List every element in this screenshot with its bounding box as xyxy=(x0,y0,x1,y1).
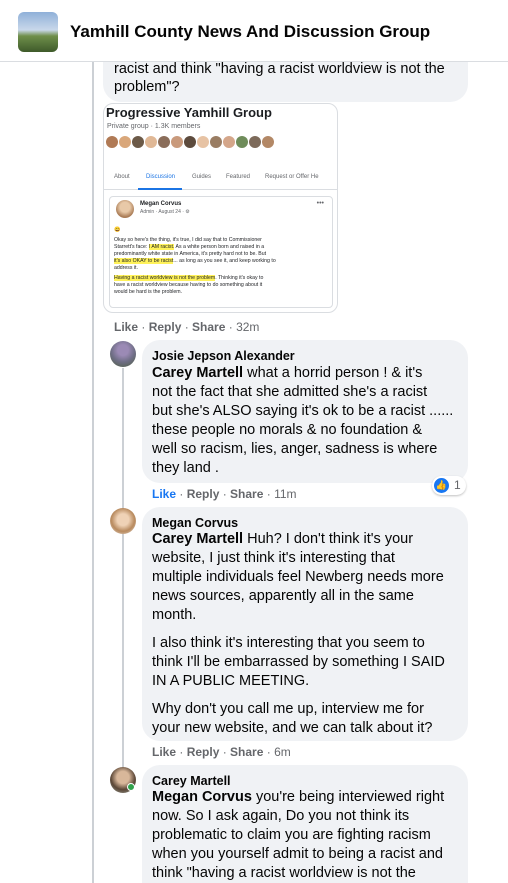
comment-text: Carey Martell what a horrid person ! & i… xyxy=(152,365,454,476)
mention-link[interactable]: Carey Martell xyxy=(152,531,243,547)
attached-group-title: Progressive Yamhill Group xyxy=(106,105,272,120)
reaction-badge[interactable]: 👍 1 xyxy=(432,476,466,495)
post-emoji: 😀 xyxy=(114,227,121,233)
tab-featured: Featured xyxy=(226,174,251,180)
top-comment-actions: Like · Reply · Share · 32m xyxy=(114,320,260,334)
like-button[interactable]: Like xyxy=(114,320,138,334)
comment-author[interactable]: Josie Jepson Alexander xyxy=(152,349,295,363)
comment-bubble: Megan Corvus Carey Martell Huh? I don't … xyxy=(142,507,468,741)
tab-discussion: Discussion xyxy=(146,174,176,180)
attached-post: Megan Corvus Admin · August 24 · ⚙ ••• 😀… xyxy=(109,196,333,308)
reply-button[interactable]: Reply xyxy=(187,745,220,759)
active-tab-underline xyxy=(138,188,182,190)
group-header: Yamhill County News And Discussion Group xyxy=(0,0,508,62)
share-button[interactable]: Share xyxy=(230,745,263,759)
comment-bubble: Josie Jepson Alexander Carey Martell wha… xyxy=(142,340,468,483)
post-meta: Admin · August 24 · ⚙ xyxy=(140,209,190,215)
tab-about: About xyxy=(114,174,130,180)
post-text: 😀 Okay so here's the thing, it's true, I… xyxy=(114,227,329,296)
comment-text: Carey Martell Huh? I don't think it's yo… xyxy=(152,531,445,736)
comment-actions: Like · Reply · Share · 11m xyxy=(152,487,297,501)
mention-link[interactable]: Carey Martell xyxy=(152,365,243,381)
post-author-avatar xyxy=(116,200,134,218)
reaction-count: 1 xyxy=(454,478,461,492)
comment-time[interactable]: 6m xyxy=(274,745,291,759)
post-author: Megan Corvus xyxy=(140,201,182,207)
comment-text: racist and think "having a racist worldv… xyxy=(114,61,445,95)
tab-request: Request or Offer He xyxy=(265,174,319,180)
online-status-icon xyxy=(127,783,135,791)
avatar[interactable] xyxy=(110,508,136,534)
member-avatars xyxy=(106,135,275,151)
more-options-icon: ••• xyxy=(316,200,324,207)
group-title[interactable]: Yamhill County News And Discussion Group xyxy=(70,22,430,42)
comment-author[interactable]: Megan Corvus xyxy=(152,516,238,530)
attached-group-meta: Private group · 1.3K members xyxy=(107,123,201,130)
reply-button[interactable]: Reply xyxy=(187,487,220,501)
comment-text: Megan Corvus you're being interviewed ri… xyxy=(152,789,445,881)
group-cover-thumbnail[interactable] xyxy=(18,12,58,52)
mention-link[interactable]: Megan Corvus xyxy=(152,789,252,805)
reply-button[interactable]: Reply xyxy=(149,320,182,334)
thumbs-up-icon: 👍 xyxy=(434,478,449,493)
share-button[interactable]: Share xyxy=(192,320,225,334)
avatar[interactable] xyxy=(110,341,136,367)
like-button[interactable]: Like xyxy=(152,487,176,501)
comment-bubble: Carey Martell Megan Corvus you're being … xyxy=(142,765,468,883)
attached-tabs: About Discussion Guides Featured Request… xyxy=(104,168,337,190)
comment-time[interactable]: 32m xyxy=(236,320,259,334)
reply-thread-line xyxy=(122,368,124,788)
share-button[interactable]: Share xyxy=(230,487,263,501)
comment-actions: Like · Reply · Share · 6m xyxy=(152,745,291,759)
comment-time[interactable]: 11m xyxy=(274,487,296,501)
tab-guides: Guides xyxy=(192,174,212,180)
thread-line xyxy=(92,62,94,883)
attached-screenshot[interactable]: Progressive Yamhill Group Private group … xyxy=(103,103,338,313)
comment-author[interactable]: Carey Martell xyxy=(152,774,231,788)
like-button[interactable]: Like xyxy=(152,745,176,759)
